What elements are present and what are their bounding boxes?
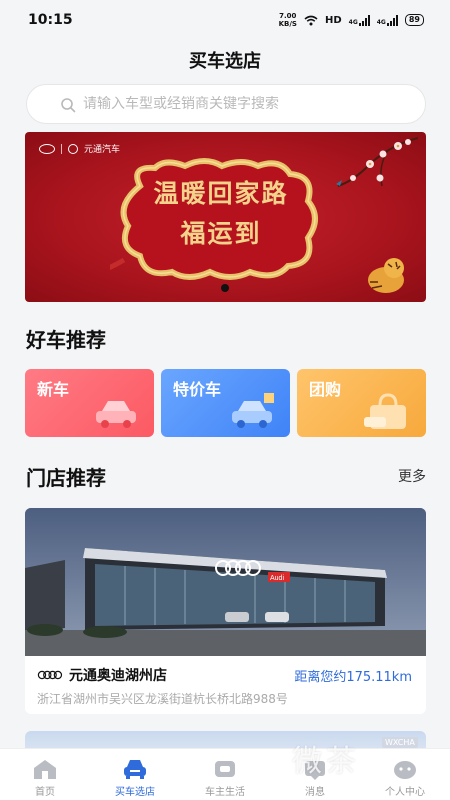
- store-card[interactable]: Audi 元通奥迪湖州店 距离您约175.11km 浙江省湖州市吴兴区龙溪街道杭…: [25, 508, 426, 714]
- section-title-cars: 好车推荐: [26, 328, 106, 352]
- store-distance: 距离您约175.11km: [294, 670, 412, 685]
- category-new-car-label: 新车: [37, 380, 70, 399]
- sim1-signal: 4G: [348, 14, 370, 26]
- new-car-icon: [96, 401, 136, 428]
- banner-brand-logos: 元通汽车: [39, 142, 120, 155]
- special-price-car-icon: [232, 393, 274, 428]
- tab-car-life-label: 车主生活: [205, 787, 245, 798]
- signal-bars-icon: [358, 14, 370, 26]
- battery-icon: 89: [404, 14, 424, 26]
- car-life-icon: [215, 761, 235, 777]
- group-buy-bag-icon: [364, 393, 406, 429]
- banner-headline-2: 福运到: [180, 219, 262, 248]
- search-icon: [61, 98, 76, 113]
- search-bar[interactable]: [26, 84, 426, 124]
- carousel-indicator-active[interactable]: [221, 284, 229, 292]
- store-name: 元通奥迪湖州店: [69, 668, 167, 684]
- nav-bar: 买车选店: [0, 40, 450, 80]
- store-address: 浙江省湖州市吴兴区龙溪街道杭长桥北路988号: [37, 692, 288, 706]
- page-title: 买车选店: [189, 51, 261, 72]
- tab-buy-car[interactable]: 买车选店: [90, 749, 180, 800]
- store-title-row: 元通奥迪湖州店: [37, 665, 167, 685]
- tab-car-life[interactable]: 车主生活: [180, 749, 270, 800]
- tab-buy-car-label: 买车选店: [115, 787, 155, 798]
- network-speed-value: 7.00: [279, 12, 297, 20]
- home-icon: [34, 760, 56, 779]
- store-photo: Audi: [25, 508, 426, 656]
- tab-messages-label: 消息: [305, 787, 325, 798]
- hd-label: HD: [324, 14, 342, 26]
- category-new-car-button[interactable]: 新车: [25, 369, 154, 437]
- car-icon: [124, 760, 146, 779]
- search-input[interactable]: [83, 96, 423, 112]
- network-speed: 7.00 KB/S: [279, 12, 297, 28]
- more-stores-link[interactable]: 更多: [398, 466, 426, 486]
- profile-icon: [394, 761, 416, 779]
- network-speed-unit: KB/S: [278, 20, 297, 28]
- sim2-label: 4G: [376, 18, 386, 26]
- category-group-buy-button[interactable]: 团购: [297, 369, 426, 437]
- tab-profile[interactable]: 个人中心: [360, 749, 450, 800]
- tab-home-label: 首页: [35, 787, 55, 798]
- signal-bars-icon: [386, 14, 398, 26]
- section-title-stores: 门店推荐: [26, 466, 106, 490]
- brand-divider: [61, 143, 62, 154]
- audi-logo-icon: [37, 670, 63, 680]
- banner-brand-text: 元通汽车: [84, 145, 121, 155]
- category-group-buy-label: 团购: [309, 380, 342, 399]
- bottom-tab-bar: 首页 买车选店 车主生活 消息 个人中心: [0, 748, 450, 800]
- banner-headline-1: 温暖回家路: [153, 179, 289, 208]
- sim1-label: 4G: [348, 18, 358, 26]
- category-special-price-label: 特价车: [173, 380, 222, 399]
- watermark-tag: WXCHA: [382, 737, 418, 748]
- tiger-icon: [368, 258, 404, 293]
- watermark-text: 微茶: [292, 744, 360, 779]
- tab-profile-label: 个人中心: [385, 787, 425, 798]
- status-time: 10:15: [28, 12, 73, 28]
- store-sign-text: Audi: [270, 575, 284, 582]
- status-bar: 10:15 7.00 KB/S HD 4G 4G 89: [0, 0, 450, 40]
- tab-home[interactable]: 首页: [0, 749, 90, 800]
- wifi-icon: [304, 15, 318, 25]
- hyundai-logo-icon: [39, 143, 55, 154]
- yuantong-logo-icon: [68, 143, 78, 154]
- category-special-price-button[interactable]: 特价车: [161, 369, 290, 437]
- promo-banner[interactable]: 元通汽车 温暖回家路 福运到: [25, 132, 426, 302]
- sim2-signal: 4G: [376, 14, 398, 26]
- status-indicators: 7.00 KB/S HD 4G 4G 89: [279, 12, 424, 28]
